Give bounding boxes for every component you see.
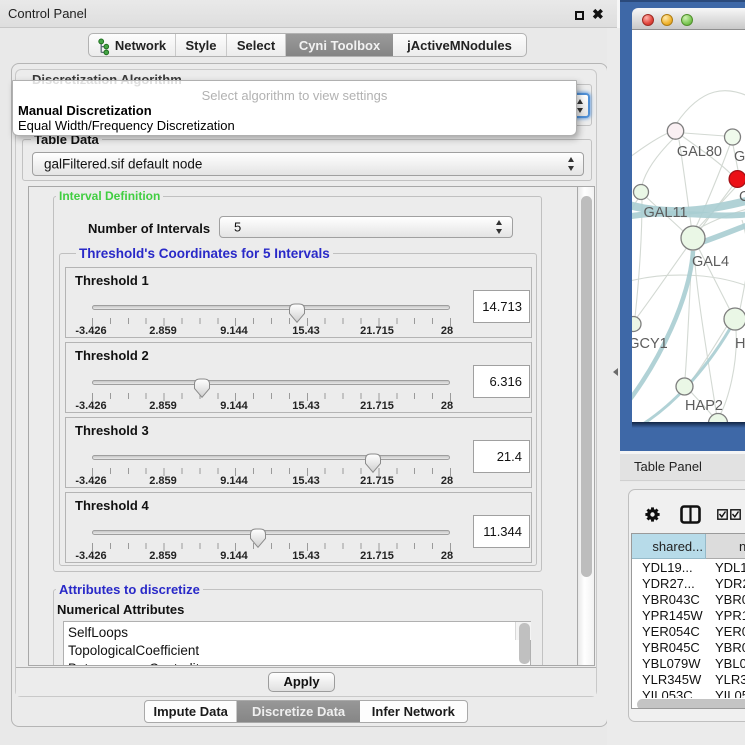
svg-text:GA: GA <box>734 149 745 165</box>
svg-text:GAL4: GAL4 <box>692 254 729 270</box>
svg-text:GAL80: GAL80 <box>677 144 722 160</box>
svg-text:CD: CD <box>739 189 745 205</box>
svg-text:GCY1: GCY1 <box>632 336 668 352</box>
svg-text:GAL11: GAL11 <box>643 205 687 221</box>
svg-text:HI: HI <box>735 336 745 352</box>
svg-text:HAP2: HAP2 <box>685 398 723 414</box>
